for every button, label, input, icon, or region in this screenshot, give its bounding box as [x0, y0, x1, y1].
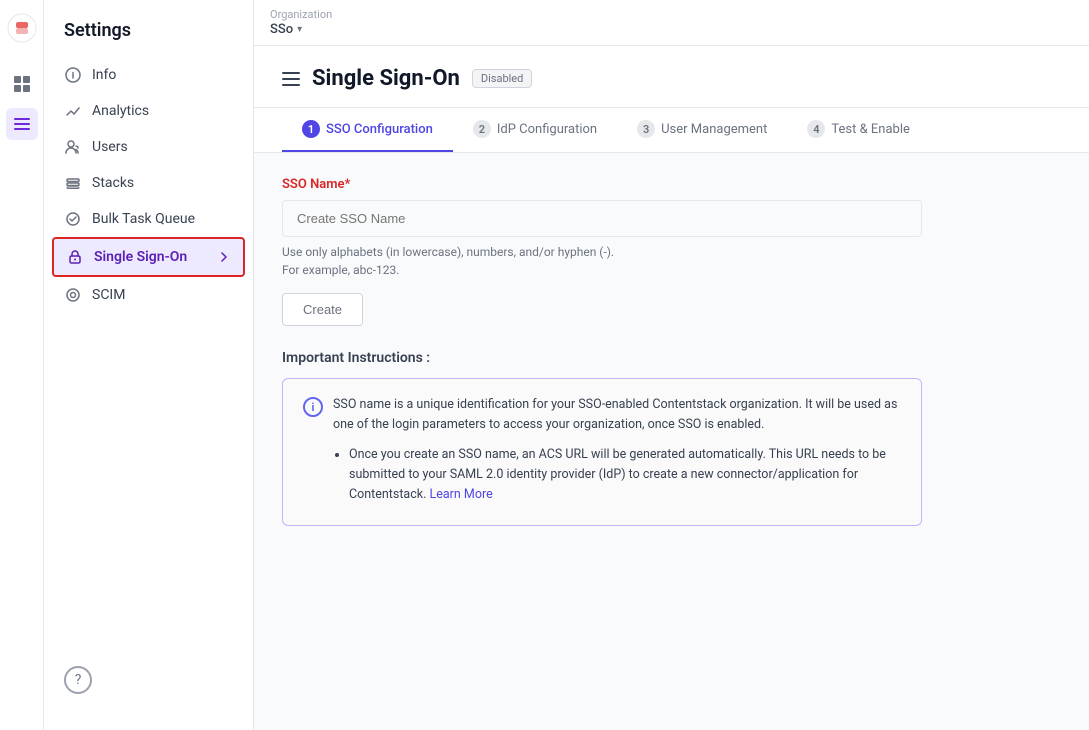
- sso-name-label: SSO Name*: [282, 177, 1061, 192]
- sidebar-item-analytics[interactable]: Analytics: [44, 93, 253, 129]
- bulk-icon: [64, 210, 82, 228]
- lock-icon: [66, 248, 84, 266]
- sidebar-item-info-label: Info: [92, 67, 116, 83]
- instructions-title: Important Instructions :: [282, 350, 1061, 366]
- sidebar-item-analytics-label: Analytics: [92, 103, 149, 119]
- tab-num-2: 2: [473, 120, 491, 138]
- rail-settings-icon[interactable]: [6, 108, 38, 140]
- sidebar-title: Settings: [44, 20, 253, 57]
- sidebar-item-users[interactable]: Users: [44, 129, 253, 165]
- org-label: Organization: [270, 8, 332, 21]
- stacks-icon: [64, 174, 82, 192]
- rail-grid-icon[interactable]: [6, 68, 38, 100]
- sidebar-item-info[interactable]: Info: [44, 57, 253, 93]
- tab-label-4: Test & Enable: [831, 122, 910, 137]
- tab-num-4: 4: [807, 120, 825, 138]
- sso-name-hint: Use only alphabets (in lowercase), numbe…: [282, 243, 1061, 279]
- analytics-icon: [64, 102, 82, 120]
- main-content: Organization SSo ▾ Single Sign-On Disabl…: [254, 0, 1089, 730]
- instructions-text: SSO name is a unique identification for …: [333, 395, 901, 509]
- sidebar-item-stacks-label: Stacks: [92, 175, 134, 191]
- sidebar: Settings Info Analytics Users: [44, 0, 254, 730]
- tab-label-3: User Management: [661, 122, 767, 137]
- topbar: Organization SSo ▾: [254, 0, 1089, 46]
- tab-num-3: 3: [637, 120, 655, 138]
- info-circle-icon: i: [303, 397, 323, 417]
- users-icon: [64, 138, 82, 156]
- help-button[interactable]: ?: [64, 666, 92, 694]
- scim-icon: [64, 286, 82, 304]
- page-title: Single Sign-On: [312, 66, 460, 91]
- instructions-box: i SSO name is a unique identification fo…: [282, 378, 922, 526]
- tab-label-1: SSO Configuration: [326, 122, 433, 137]
- tab-user-management[interactable]: 3 User Management: [617, 108, 787, 152]
- sidebar-item-bulk-label: Bulk Task Queue: [92, 211, 195, 227]
- tab-idp-configuration[interactable]: 2 IdP Configuration: [453, 108, 617, 152]
- content-area: SSO Name* Use only alphabets (in lowerca…: [254, 153, 1089, 730]
- tab-sso-configuration[interactable]: 1 SSO Configuration: [282, 108, 453, 152]
- chevron-right-icon: [217, 250, 231, 264]
- sidebar-item-stacks[interactable]: Stacks: [44, 165, 253, 201]
- sidebar-bottom: ?: [44, 650, 253, 710]
- sidebar-item-bulk-task-queue[interactable]: Bulk Task Queue: [44, 201, 253, 237]
- icon-rail: [0, 0, 44, 730]
- sidebar-item-users-label: Users: [92, 139, 128, 155]
- tab-test-enable[interactable]: 4 Test & Enable: [787, 108, 930, 152]
- learn-more-link[interactable]: Learn More: [430, 487, 493, 502]
- sso-name-input[interactable]: [282, 200, 922, 237]
- sidebar-item-sso-label: Single Sign-On: [94, 249, 187, 265]
- sidebar-item-single-sign-on[interactable]: Single Sign-On: [52, 237, 245, 277]
- org-name: SSo: [270, 22, 293, 37]
- page-header: Single Sign-On Disabled: [254, 46, 1089, 108]
- dropdown-arrow-icon: ▾: [297, 24, 302, 35]
- sidebar-item-scim-label: SCIM: [92, 287, 125, 303]
- org-selector[interactable]: Organization SSo ▾: [270, 8, 332, 37]
- tabs: 1 SSO Configuration 2 IdP Configuration …: [254, 108, 1089, 153]
- tab-label-2: IdP Configuration: [497, 122, 597, 137]
- sidebar-item-scim[interactable]: SCIM: [44, 277, 253, 313]
- info-icon: [64, 66, 82, 84]
- hamburger-icon: [282, 72, 300, 86]
- tab-num-1: 1: [302, 120, 320, 138]
- create-button[interactable]: Create: [282, 293, 363, 326]
- status-badge: Disabled: [472, 69, 532, 88]
- app-logo[interactable]: [6, 12, 38, 44]
